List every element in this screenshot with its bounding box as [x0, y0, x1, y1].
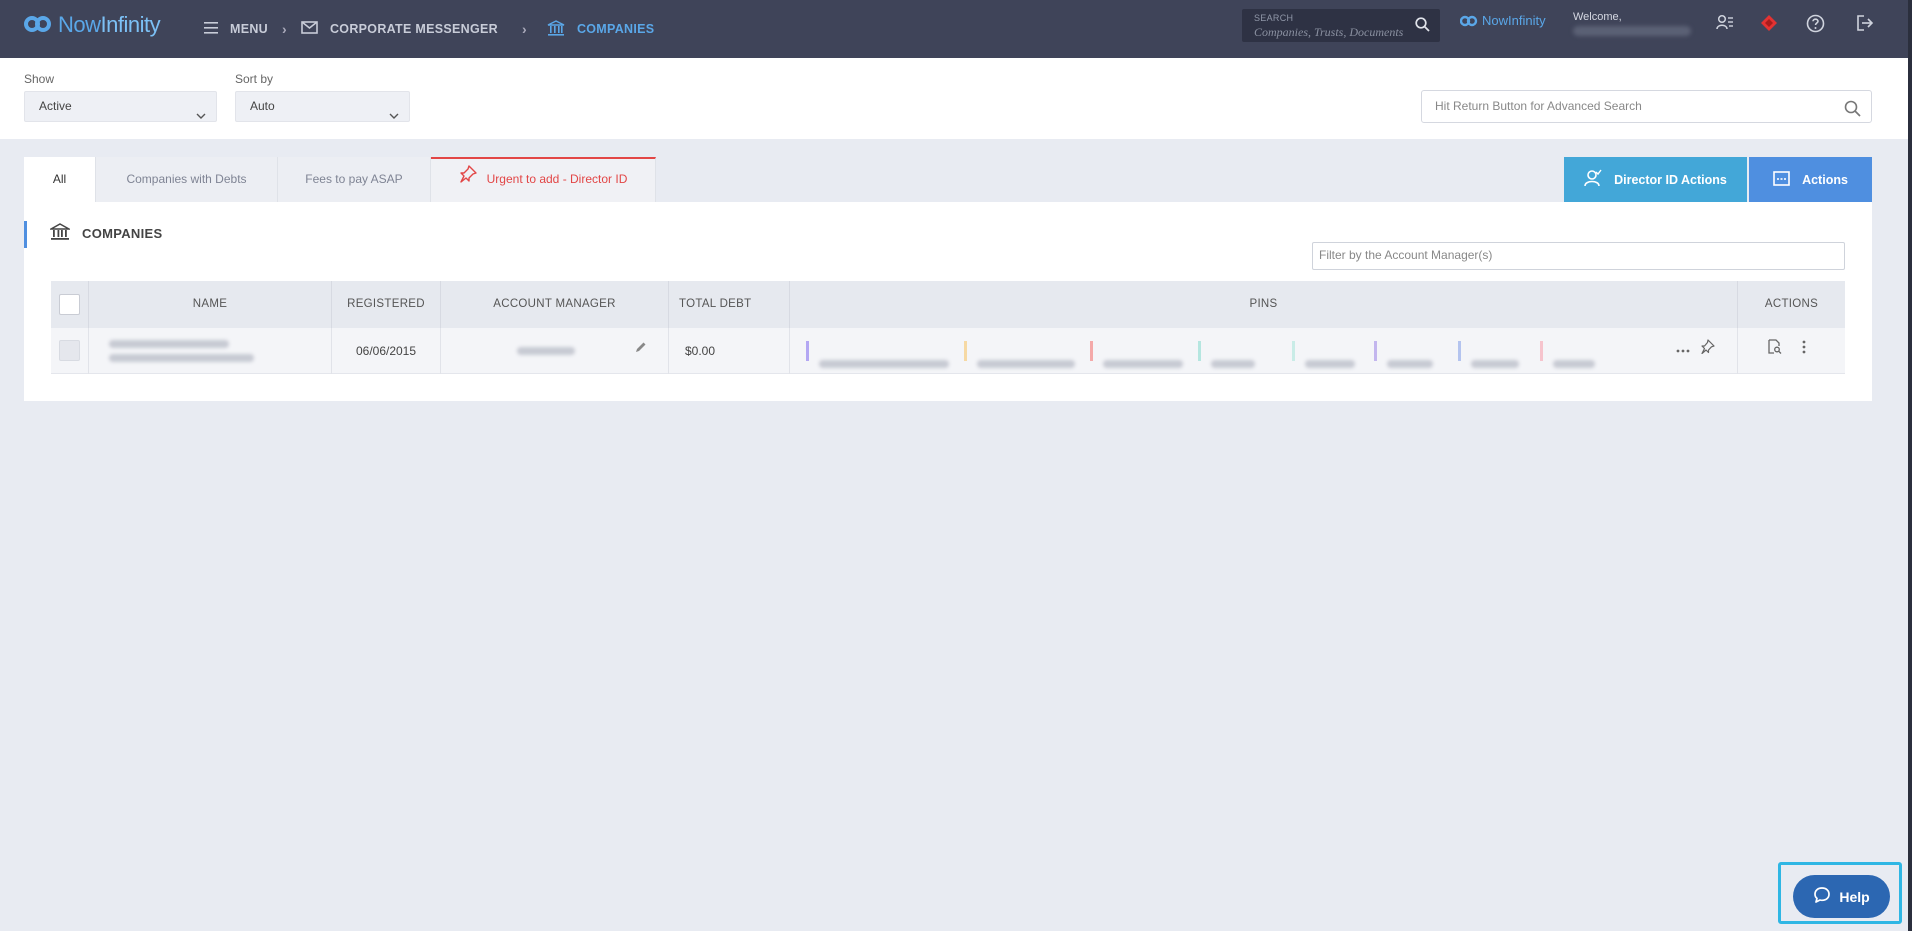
tab-urgent-label: Urgent to add - Director ID — [486, 172, 628, 186]
show-label: Show — [24, 72, 55, 86]
breadcrumb-chevron-icon: › — [521, 21, 527, 37]
column-account-manager[interactable]: ACCOUNT MANAGER — [441, 281, 669, 328]
top-bar: NowInfinity MENU › CORPORATE MESSENGER ›… — [0, 0, 1912, 58]
more-vertical-icon[interactable] — [1802, 327, 1806, 373]
search-label: SEARCH — [1254, 13, 1294, 23]
nowinfinity-small-logo[interactable]: NowInfinity — [1460, 13, 1546, 28]
show-select-value: Active — [39, 99, 72, 113]
companies-link[interactable]: COMPANIES — [577, 22, 654, 36]
user-name-redacted — [1573, 26, 1691, 36]
row-actions-cell — [1738, 328, 1845, 374]
corporate-messenger-link[interactable]: CORPORATE MESSENGER — [330, 22, 498, 36]
nowinfinity-logo[interactable]: NowInfinity — [24, 12, 161, 38]
bank-icon — [48, 223, 72, 246]
mail-icon — [301, 21, 318, 37]
pencil-icon[interactable] — [635, 326, 647, 372]
more-horizontal-icon[interactable] — [1676, 326, 1690, 372]
column-registered[interactable]: REGISTERED — [332, 281, 441, 328]
logo-mark-icon — [24, 13, 54, 37]
pin-icon — [459, 159, 477, 200]
chevron-down-icon — [196, 102, 206, 131]
brand-infinity: Infinity — [100, 12, 161, 37]
window-edge — [1908, 0, 1912, 931]
pin-tag[interactable] — [1458, 341, 1519, 368]
column-total-debt[interactable]: TOTAL DEBT — [669, 281, 790, 328]
table-row[interactable]: 06/06/2015 $0.00 — [51, 328, 1845, 374]
person-icon — [1584, 169, 1602, 190]
company-name-redacted[interactable] — [89, 328, 332, 374]
select-all-checkbox[interactable] — [59, 294, 80, 315]
director-id-actions-button[interactable]: Director ID Actions — [1564, 157, 1747, 202]
advanced-search-input[interactable]: Hit Return Button for Advanced Search — [1421, 90, 1872, 123]
pin-tag[interactable] — [1540, 341, 1595, 368]
pin-add-icon[interactable] — [1700, 327, 1715, 373]
menu-link[interactable]: MENU — [230, 22, 268, 36]
row-checkbox[interactable] — [59, 340, 80, 361]
account-manager-cell — [441, 328, 669, 374]
user-list-icon[interactable] — [1716, 14, 1734, 37]
column-name[interactable]: NAME — [89, 281, 332, 328]
section-accent — [24, 221, 27, 248]
tab-fees-to-pay-asap[interactable]: Fees to pay ASAP — [278, 157, 431, 202]
actions-button[interactable]: Actions — [1749, 157, 1872, 202]
account-manager-filter-input[interactable]: Filter by the Account Manager(s) — [1312, 242, 1845, 270]
small-logo-mark-icon — [1460, 15, 1478, 26]
search-input[interactable]: Companies, Trusts, Documents — [1254, 25, 1403, 40]
chevron-down-icon — [389, 102, 399, 131]
column-pins: PINS — [790, 281, 1738, 328]
bank-icon — [547, 19, 565, 39]
sort-select[interactable]: Auto — [235, 91, 410, 122]
breadcrumb: MENU › CORPORATE MESSENGER › COMPANIES — [204, 0, 654, 58]
section-title: COMPANIES — [82, 226, 163, 241]
column-actions: ACTIONS — [1764, 298, 1819, 310]
registered-date: 06/06/2015 — [332, 328, 441, 374]
global-search[interactable]: SEARCH Companies, Trusts, Documents — [1242, 9, 1440, 42]
brand-now: Now — [58, 12, 101, 37]
diamond-icon[interactable] — [1760, 14, 1778, 37]
pin-tag[interactable] — [806, 341, 949, 368]
search-icon[interactable] — [1844, 98, 1861, 129]
welcome-label: Welcome, — [1573, 11, 1622, 23]
help-circle-icon[interactable] — [1806, 14, 1825, 38]
advanced-search-placeholder: Hit Return Button for Advanced Search — [1435, 99, 1642, 113]
table-header: NAME REGISTERED ACCOUNT MANAGER TOTAL DE… — [51, 281, 1845, 328]
small-brand-text: NowInfinity — [1482, 13, 1546, 28]
chat-bubble-icon — [1813, 886, 1831, 907]
tab-companies-with-debts[interactable]: Companies with Debts — [96, 157, 278, 202]
director-id-actions-label: Director ID Actions — [1614, 172, 1727, 187]
sort-select-value: Auto — [250, 99, 275, 113]
help-label: Help — [1839, 888, 1870, 905]
pin-tag[interactable] — [964, 341, 1075, 368]
search-icon[interactable] — [1415, 17, 1430, 37]
breadcrumb-chevron-icon: › — [282, 21, 287, 37]
sort-label: Sort by — [235, 72, 274, 86]
window-icon — [1773, 170, 1790, 189]
total-debt-value: $0.00 — [669, 328, 790, 374]
tab-all[interactable]: All — [24, 157, 96, 202]
show-select[interactable]: Active — [24, 91, 217, 122]
logout-icon[interactable] — [1856, 14, 1874, 37]
tab-urgent-director-id[interactable]: Urgent to add - Director ID — [431, 157, 656, 202]
pin-tag[interactable] — [1374, 341, 1433, 368]
document-search-icon[interactable] — [1768, 327, 1782, 373]
pin-tag[interactable] — [1090, 341, 1183, 368]
actions-label: Actions — [1802, 172, 1848, 187]
pin-tag[interactable] — [1292, 341, 1355, 368]
menu-icon[interactable] — [204, 21, 218, 37]
help-button[interactable]: Help — [1793, 875, 1890, 918]
pins-cell — [790, 328, 1738, 374]
pin-tag[interactable] — [1198, 341, 1255, 368]
